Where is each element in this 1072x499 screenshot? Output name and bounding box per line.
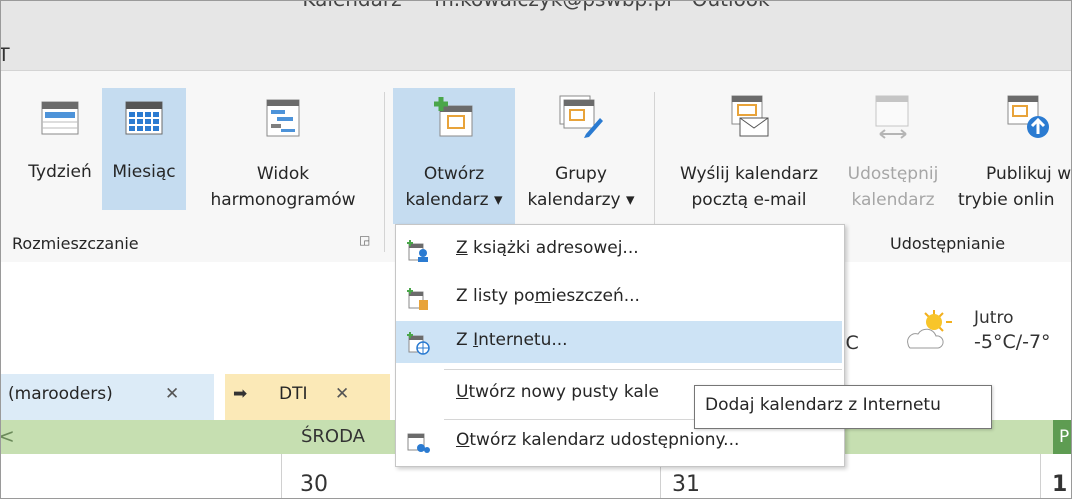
group-label-arrange: Rozmieszczanie [12,234,139,253]
internet-calendar-icon [407,332,430,355]
share-calendar-label-line2: kalendarz [851,190,935,210]
open-calendar-dropdown: Z książki adresowej... Z listy pomieszcz… [395,224,845,467]
share-calendar-icon [875,95,909,139]
calendar-tab-dti[interactable]: ➡ DTI ✕ [225,374,390,420]
email-calendar-icon [731,95,769,137]
grid-line [1040,454,1041,499]
menu-item-from-room-list[interactable]: Z listy pomieszczeń... [396,277,842,319]
schedule-view-icon [266,99,300,137]
publish-online-label-line2: trybie onlin [958,190,1055,210]
menu-item-label: Utwórz nowy pusty kale [456,382,659,402]
day-number[interactable]: 31 [672,472,700,497]
open-calendar-icon [434,97,473,137]
day-header-wednesday: ŚRODA [301,426,365,447]
open-calendar-button[interactable]: Otwórz kalendarz ▾ [393,88,515,224]
room-list-icon [407,288,428,310]
tab-label: DTI [279,384,308,404]
open-calendar-label-line2: kalendarz ▾ [405,190,503,210]
group-label-sharing: Udostępnianie [890,234,1006,253]
calendar-tab-marooders[interactable]: (marooders) ✕ [0,374,214,420]
month-calendar-icon [125,101,163,135]
weather-tomorrow: Jutro -5°C/-7° [974,306,1051,354]
title-bar: Kalendarz — m.kowalczyk@pswbp.pl - Outlo… [0,0,1072,70]
dialog-launcher-icon[interactable]: ◲ [359,234,371,246]
weather-tomorrow-label: Jutro [974,308,1014,328]
month-view-label: Miesiąc [112,162,176,182]
partly-sunny-icon [907,310,952,349]
menu-item-label: Z listy pomieszczeń... [456,286,640,306]
schedule-view-label-line1: Widok [256,164,310,184]
schedule-view-button[interactable]: Widok harmonogramów [188,92,378,222]
week-calendar-icon [41,101,79,135]
publish-online-icon [1007,95,1049,138]
tooltip-text: Dodaj kalendarz z Internetu [705,395,941,415]
close-tab-icon[interactable]: ✕ [165,384,179,404]
day-number[interactable]: 1 [1052,472,1067,497]
open-calendar-label-line1: Otwórz [423,164,485,184]
share-calendar-button[interactable]: Udostępnij kalendarz [838,92,948,222]
previous-arrow-icon[interactable]: < [0,424,15,448]
publish-online-button[interactable]: Publikuj w trybie onlin [956,92,1072,222]
share-calendar-label-line1: Udostępnij [847,164,939,184]
calendar-groups-icon [559,95,603,138]
ribbon-separator [384,92,385,252]
weather-tomorrow-temp: -5°C/-7° [974,331,1051,353]
menu-separator [444,369,842,370]
week-view-label: Tydzień [28,162,92,182]
day-header-partial: P [1053,420,1072,454]
month-view-button[interactable]: Miesiąc [102,88,186,210]
window-title: Kalendarz — m.kowalczyk@pswbp.pl - Outlo… [0,0,1072,11]
calendar-groups-button[interactable]: Grupy kalendarzy ▾ [518,92,644,222]
menu-item-label: Z Internetu... [456,330,568,350]
address-book-icon [407,240,428,262]
menu-item-label: Z książki adresowej... [456,238,639,258]
grid-line [281,454,282,499]
menu-item-from-address-book[interactable]: Z książki adresowej... [396,229,842,271]
close-tab-icon[interactable]: ✕ [335,384,349,404]
publish-online-label-line1: Publikuj w [986,164,1072,184]
menu-item-from-internet[interactable]: Z Internetu... [396,321,842,363]
calendar-groups-label-line1: Grupy [555,164,607,184]
arrow-right-icon: ➡ [233,384,248,404]
day-number[interactable]: 30 [300,472,328,497]
tab-label: (marooders) [8,384,113,404]
ribbon-tab-fragment[interactable]: T [0,44,10,66]
tooltip: Dodaj kalendarz z Internetu [694,385,992,429]
email-calendar-label-line1: Wyślij kalendarz [679,164,819,184]
calendar-groups-label-line2: kalendarzy ▾ [527,190,635,210]
schedule-view-label-line2: harmonogramów [210,190,356,210]
email-calendar-button[interactable]: Wyślij kalendarz pocztą e-mail [664,92,834,222]
week-view-button[interactable]: Tydzień [20,92,100,212]
menu-item-label: Otwórz kalendarz udostępniony... [456,430,740,450]
shared-calendar-icon [407,433,430,453]
email-calendar-label-line2: pocztą e-mail [691,190,807,210]
